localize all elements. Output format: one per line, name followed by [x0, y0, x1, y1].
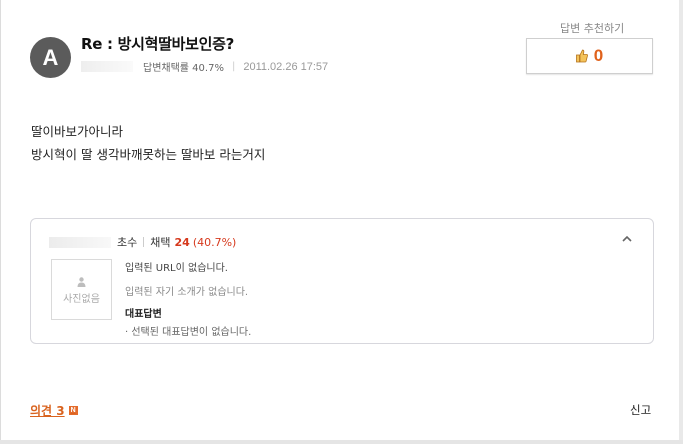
rep-answer-title: 대표답변 [125, 309, 162, 320]
frame-right [679, 0, 683, 444]
masked-user-id[interactable] [49, 236, 111, 248]
profile-divider [143, 237, 145, 247]
recommend-label: 답변 추천하기 [560, 22, 625, 35]
profile-info: 입력된 URL이 없습니다. 입력된 자기 소개가 없습니다. 대표답변 · 선… [125, 259, 251, 338]
answerer-profile-box: 초수 채택 24 (40.7%) 사진없음 입력된 URL이 없습니다. 입력된… [30, 218, 654, 344]
frame-left [0, 0, 1, 444]
new-badge-icon: N [68, 406, 78, 415]
meta-divider: | [231, 61, 236, 72]
profile-header: 초수 채택 24 (40.7%) [49, 234, 236, 250]
profile-grade: 초수 [117, 236, 138, 249]
profile-intro: 입력된 자기 소개가 없습니다. [125, 287, 249, 298]
answer-body-line: 딸이바보가아니라 [31, 124, 124, 139]
recommend-button[interactable]: 0 [526, 38, 653, 74]
answer-body-line: 방시혁이 딸 생각바깨못하는 딸바보 라는거지 [31, 147, 266, 162]
no-photo-label: 사진없음 [63, 294, 100, 305]
answer-meta: 답변채택률 40.7% | 2011.02.26 17:57 [81, 59, 328, 74]
opinion-label: 의견 3 [30, 404, 65, 418]
profile-adopt-rate: (40.7%) [192, 235, 237, 249]
answer-date: 2011.02.26 17:57 [243, 60, 329, 73]
profile-url: 입력된 URL이 없습니다. [125, 263, 228, 274]
profile-adopt-label: 채택 [150, 236, 171, 249]
thumbs-up-icon [575, 49, 588, 63]
frame-bottom [0, 440, 683, 444]
adopt-rate-text: 답변채택률 40.7% [143, 63, 224, 74]
avatar[interactable]: A [30, 37, 71, 78]
chevron-up-icon[interactable] [621, 233, 633, 245]
profile-photo-placeholder: 사진없음 [51, 259, 112, 320]
opinion-link[interactable]: 의견 3 N [30, 402, 78, 419]
rep-answer-line: · 선택된 대표답변이 없습니다. [125, 327, 252, 338]
masked-user-id[interactable] [81, 61, 133, 72]
answer-body: 딸이바보가아니라 방시혁이 딸 생각바깨못하는 딸바보 라는거지 [31, 120, 265, 166]
profile-adopt-count: 24 [174, 235, 190, 249]
answer-title: Re : 방시혁딸바보인증? [81, 35, 235, 53]
recommend-count: 0 [593, 46, 604, 65]
report-link[interactable]: 신고 [630, 402, 651, 418]
person-icon [77, 277, 86, 287]
